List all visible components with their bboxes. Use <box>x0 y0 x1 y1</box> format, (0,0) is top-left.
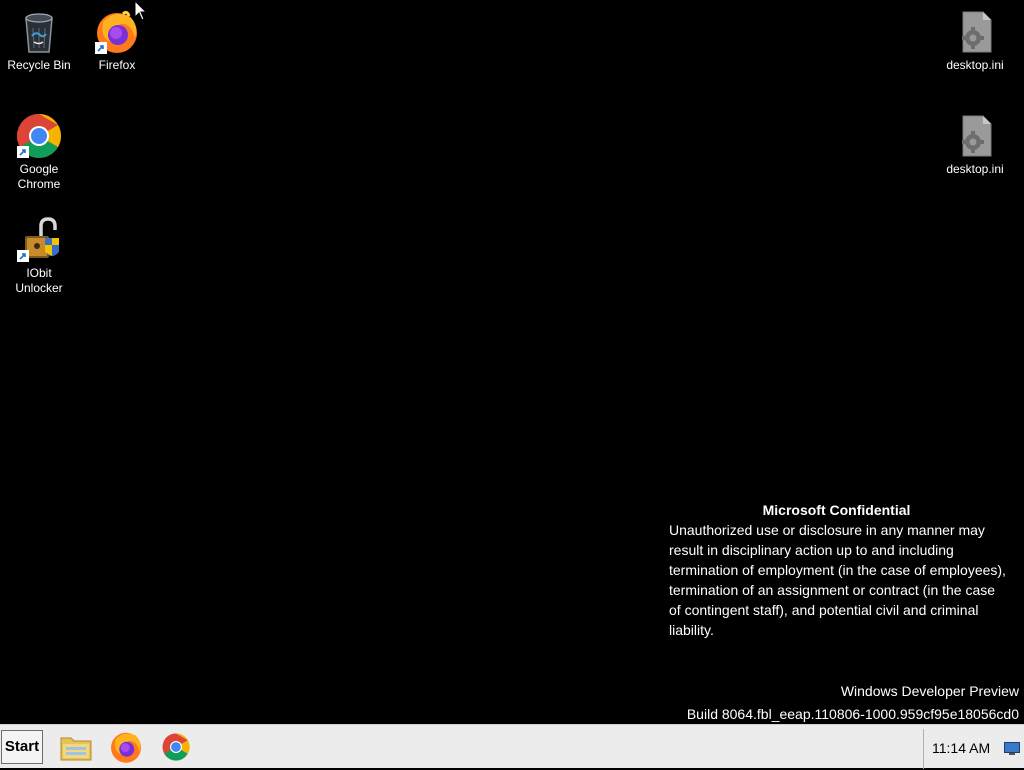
settings-file-icon <box>951 112 999 160</box>
show-desktop-icon[interactable] <box>1004 742 1020 756</box>
shortcut-arrow-icon <box>17 250 29 262</box>
system-tray: 11:14 AM <box>923 729 1024 769</box>
desktop-icon-label: IObit Unlocker <box>15 266 63 295</box>
desktop-icon-iobit-unlocker[interactable]: IObit Unlocker <box>1 216 77 296</box>
taskbar-firefox-button[interactable] <box>108 729 144 765</box>
settings-file-icon <box>951 8 999 56</box>
start-button[interactable]: Start <box>1 730 43 764</box>
mouse-cursor-icon <box>134 0 148 21</box>
chrome-icon <box>162 733 190 761</box>
taskbar-clock[interactable]: 11:14 AM <box>932 740 990 756</box>
shortcut-arrow-icon <box>95 42 107 54</box>
taskbar-chrome-button[interactable] <box>158 729 194 765</box>
desktop-icon-desktop-ini[interactable]: desktop.ini <box>937 8 1013 73</box>
build-number: Build 8064.fbl_eeap.110806-1000.959cf95e… <box>686 706 1019 722</box>
desktop-icon-label: desktop.ini <box>946 162 1004 176</box>
confidential-notice: Microsoft Confidential Unauthorized use … <box>669 500 1019 640</box>
firefox-icon <box>111 732 141 763</box>
desktop: Recycle Bin Firefox Google Chrome IObit … <box>0 0 1024 724</box>
shortcut-arrow-icon <box>17 146 29 158</box>
desktop-icon-label: desktop.ini <box>946 58 1004 72</box>
desktop-icon-recycle-bin[interactable]: Recycle Bin <box>1 8 77 73</box>
desktop-icon-label: Google Chrome <box>17 162 61 191</box>
iobit-unlocker-icon <box>15 216 63 264</box>
build-edition: Windows Developer Preview <box>840 683 1019 699</box>
chrome-icon <box>15 112 63 160</box>
taskbar-file-explorer-button[interactable] <box>58 729 94 765</box>
build-info: Windows Developer Preview Build 8064.fbl… <box>687 680 1019 726</box>
desktop-icon-google-chrome[interactable]: Google Chrome <box>1 112 77 192</box>
confidential-notice-title: Microsoft Confidential <box>762 502 911 518</box>
taskbar: Start 11:14 AM <box>0 724 1024 769</box>
desktop-icon-label: Recycle Bin <box>7 58 71 72</box>
confidential-notice-body: Unauthorized use or disclosure in any ma… <box>669 522 1006 638</box>
desktop-icon-desktop-ini[interactable]: desktop.ini <box>937 112 1013 177</box>
desktop-icon-label: Firefox <box>98 58 136 72</box>
recycle-bin-icon <box>15 8 63 56</box>
file-explorer-icon <box>60 737 92 761</box>
